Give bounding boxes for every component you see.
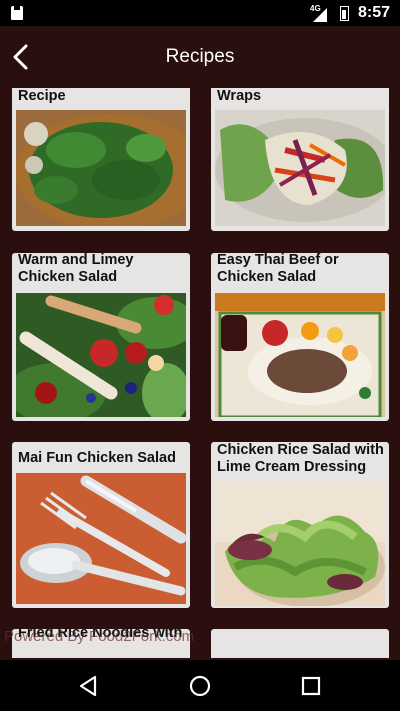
nav-back-icon[interactable] [77,674,101,698]
recipe-card[interactable]: Wraps [211,88,389,231]
recipe-image [16,473,186,604]
recipe-title: Wraps [217,88,262,104]
recipe-title: Warm and Limey Chicken Salad [18,253,134,285]
recipe-title: Easy Thai Beef or Chicken Salad [217,253,339,285]
clock: 8:57 [358,4,391,21]
recipe-title: Recipe [18,88,66,104]
page-title: Recipes [165,46,235,67]
nav-recents-icon[interactable] [299,674,323,698]
recipe-image [215,293,385,417]
sd-card-icon [11,6,23,20]
app-bar: Recipes [0,26,400,88]
recipe-grid: Recipe Wraps Warm and Limey Chicken Sala… [0,88,400,658]
recipe-image [16,110,186,226]
signal-icon [313,8,327,22]
recipe-card[interactable]: Warm and Limey Chicken Salad [12,253,190,421]
recipe-card[interactable] [211,629,389,658]
recipe-image [215,482,385,606]
recipe-card[interactable]: Recipe [12,88,190,231]
recipe-title: Chicken Rice Salad with Lime Cream Dress… [217,442,384,475]
recipe-card[interactable]: Easy Thai Beef or Chicken Salad [211,253,389,421]
recipe-card[interactable]: Mai Fun Chicken Salad [12,442,190,608]
recipe-image [16,293,186,417]
nav-home-icon[interactable] [188,674,212,698]
attribution-text: Powered By Food2Fork.com [4,628,195,645]
battery-icon [340,6,349,21]
recipe-card[interactable]: Chicken Rice Salad with Lime Cream Dress… [211,442,389,608]
recipe-title: Mai Fun Chicken Salad [18,450,176,466]
status-bar: 4G 8:57 [0,0,400,26]
recipe-image [215,110,385,226]
system-navigation-bar [0,660,400,711]
